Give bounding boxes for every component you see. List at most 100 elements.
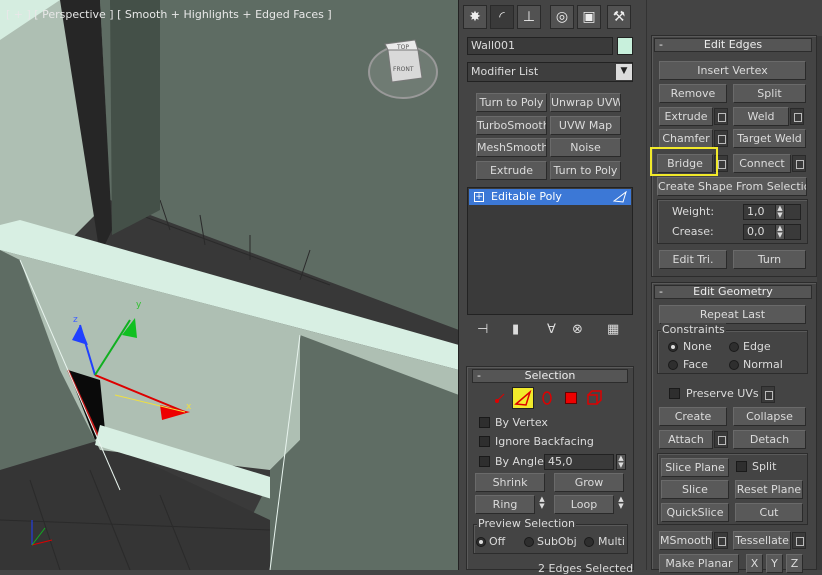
- connect-button[interactable]: Connect: [733, 154, 791, 173]
- viewcube-top-label[interactable]: TOP: [397, 44, 409, 51]
- constraint-face-radio[interactable]: [668, 360, 678, 370]
- weight-spinner[interactable]: ▲ ▼: [775, 204, 785, 220]
- preview-subobj-radio[interactable]: [524, 537, 534, 547]
- preview-multi-radio[interactable]: [584, 537, 594, 547]
- reset-plane-button[interactable]: Reset Plane: [735, 480, 803, 499]
- remove-modifier-icon[interactable]: ⊗: [572, 322, 583, 337]
- by-vertex-checkbox[interactable]: [479, 417, 490, 428]
- weight-field[interactable]: 1,0: [743, 204, 801, 220]
- edit-tri-button[interactable]: Edit Tri.: [659, 250, 727, 269]
- element-mode-icon[interactable]: [586, 390, 602, 406]
- planar-x-button[interactable]: X: [746, 554, 763, 573]
- ring-spinner[interactable]: ▲ ▼: [537, 496, 547, 512]
- make-unique-icon[interactable]: ∀: [547, 322, 556, 337]
- create-shape-button[interactable]: Create Shape From Selection: [657, 177, 807, 196]
- weld-button[interactable]: Weld: [733, 107, 789, 126]
- viewport-label[interactable]: [ + ] [ Perspective ] [ Smooth + Highlig…: [6, 8, 332, 21]
- constraint-normal-radio[interactable]: [729, 360, 739, 370]
- extrude-button[interactable]: Extrude: [659, 107, 713, 126]
- create-button[interactable]: Create: [659, 407, 727, 426]
- gizmo-y-label: y: [136, 300, 142, 310]
- repeat-last-button[interactable]: Repeat Last: [659, 305, 806, 324]
- bridge-highlight: [650, 147, 718, 176]
- loop-spinner[interactable]: ▲ ▼: [616, 496, 626, 512]
- msmooth-settings-icon[interactable]: [714, 532, 728, 549]
- msmooth-button[interactable]: MSmooth: [659, 531, 713, 550]
- insert-vertex-button[interactable]: Insert Vertex: [659, 61, 806, 80]
- target-weld-button[interactable]: Target Weld: [733, 129, 806, 148]
- quickslice-button[interactable]: QuickSlice: [661, 503, 729, 522]
- chamfer-button[interactable]: Chamfer: [659, 129, 713, 148]
- planar-y-button[interactable]: Y: [766, 554, 783, 573]
- motion-tab-icon[interactable]: ◎: [550, 5, 574, 29]
- selection-header[interactable]: - Selection: [472, 369, 628, 383]
- edit-poly-rollouts: - Edit Edges Insert Vertex Remove Split …: [646, 0, 822, 573]
- modifier-turn-to-poly-2-button[interactable]: Turn to Poly: [550, 161, 621, 180]
- viewcube-front-label[interactable]: FRONT: [393, 66, 414, 73]
- preserve-uvs-checkbox[interactable]: [669, 388, 680, 399]
- modify-tab-icon[interactable]: ◜: [490, 5, 514, 29]
- modifier-stack: + Editable Poly: [467, 187, 633, 315]
- utilities-tab-icon[interactable]: ⚒: [607, 5, 631, 29]
- crease-field[interactable]: 0,0: [743, 224, 801, 240]
- make-planar-button[interactable]: Make Planar: [659, 554, 739, 573]
- object-color-swatch[interactable]: [617, 37, 633, 55]
- collapse-button[interactable]: Collapse: [733, 407, 806, 426]
- create-tab-icon[interactable]: ✸: [463, 5, 487, 29]
- ring-button[interactable]: Ring: [475, 495, 535, 514]
- show-end-result-icon[interactable]: ▮: [512, 322, 519, 337]
- attach-button[interactable]: Attach: [659, 430, 713, 449]
- weld-settings-icon[interactable]: [790, 108, 804, 125]
- configure-sets-icon[interactable]: ▦: [607, 322, 619, 337]
- detach-button[interactable]: Detach: [733, 430, 806, 449]
- edit-geometry-header[interactable]: - Edit Geometry: [654, 285, 812, 299]
- constraint-none-radio[interactable]: [668, 342, 678, 352]
- slice-plane-button[interactable]: Slice Plane: [661, 458, 729, 477]
- rollout-scrollbar[interactable]: [817, 36, 822, 570]
- by-angle-spinner[interactable]: ▲ ▼: [616, 454, 626, 470]
- vertex-mode-icon[interactable]: [492, 391, 506, 405]
- chamfer-settings-icon[interactable]: [714, 130, 728, 147]
- polygon-mode-icon[interactable]: [565, 392, 577, 404]
- preserve-uvs-settings-icon[interactable]: [761, 386, 775, 403]
- stack-item-editable-poly[interactable]: + Editable Poly: [469, 189, 631, 205]
- tessellate-button[interactable]: Tessellate: [733, 531, 791, 550]
- by-angle-field[interactable]: 45,0: [544, 454, 614, 470]
- modifier-extrude-button[interactable]: Extrude: [476, 161, 547, 180]
- constraint-edge-radio[interactable]: [729, 342, 739, 352]
- border-mode-icon[interactable]: [540, 390, 554, 406]
- modifier-uvw-map-button[interactable]: UVW Map: [550, 116, 621, 135]
- expand-icon[interactable]: +: [474, 192, 484, 202]
- modifier-unwrap-uvw-button[interactable]: Unwrap UVW: [550, 93, 621, 112]
- shrink-button[interactable]: Shrink: [475, 473, 545, 492]
- perspective-viewport[interactable]: [ + ] [ Perspective ] [ Smooth + Highlig…: [0, 0, 459, 570]
- planar-z-button[interactable]: Z: [786, 554, 803, 573]
- slice-button[interactable]: Slice: [661, 480, 729, 499]
- split-button[interactable]: Split: [733, 84, 806, 103]
- display-tab-icon[interactable]: ▣: [577, 5, 601, 29]
- tessellate-settings-icon[interactable]: [792, 532, 806, 549]
- remove-button[interactable]: Remove: [659, 84, 727, 103]
- preview-off-radio[interactable]: [476, 537, 486, 547]
- edge-mode-icon[interactable]: [512, 387, 534, 409]
- pin-stack-icon[interactable]: ⊣: [477, 322, 488, 337]
- modifier-meshsmooth-button[interactable]: MeshSmooth: [476, 138, 547, 157]
- attach-settings-icon[interactable]: [714, 431, 728, 448]
- loop-button[interactable]: Loop: [554, 495, 614, 514]
- grow-button[interactable]: Grow: [554, 473, 624, 492]
- cut-button[interactable]: Cut: [735, 503, 803, 522]
- modifier-turn-to-poly-button[interactable]: Turn to Poly: [476, 93, 547, 112]
- hierarchy-tab-icon[interactable]: ⊥: [517, 5, 541, 29]
- split-checkbox[interactable]: [736, 461, 747, 472]
- modifier-turbosmooth-button[interactable]: TurboSmooth: [476, 116, 547, 135]
- modifier-list-dropdown[interactable]: Modifier List ▼: [467, 62, 633, 82]
- crease-spinner[interactable]: ▲ ▼: [775, 224, 785, 240]
- object-name-field[interactable]: Wall001: [467, 37, 613, 55]
- connect-settings-icon[interactable]: [792, 155, 806, 172]
- edit-edges-header[interactable]: - Edit Edges: [654, 38, 812, 52]
- extrude-settings-icon[interactable]: [714, 108, 728, 125]
- turn-button[interactable]: Turn: [733, 250, 806, 269]
- ignore-backfacing-checkbox[interactable]: [479, 436, 490, 447]
- modifier-noise-button[interactable]: Noise: [550, 138, 621, 157]
- by-angle-checkbox[interactable]: [479, 456, 490, 467]
